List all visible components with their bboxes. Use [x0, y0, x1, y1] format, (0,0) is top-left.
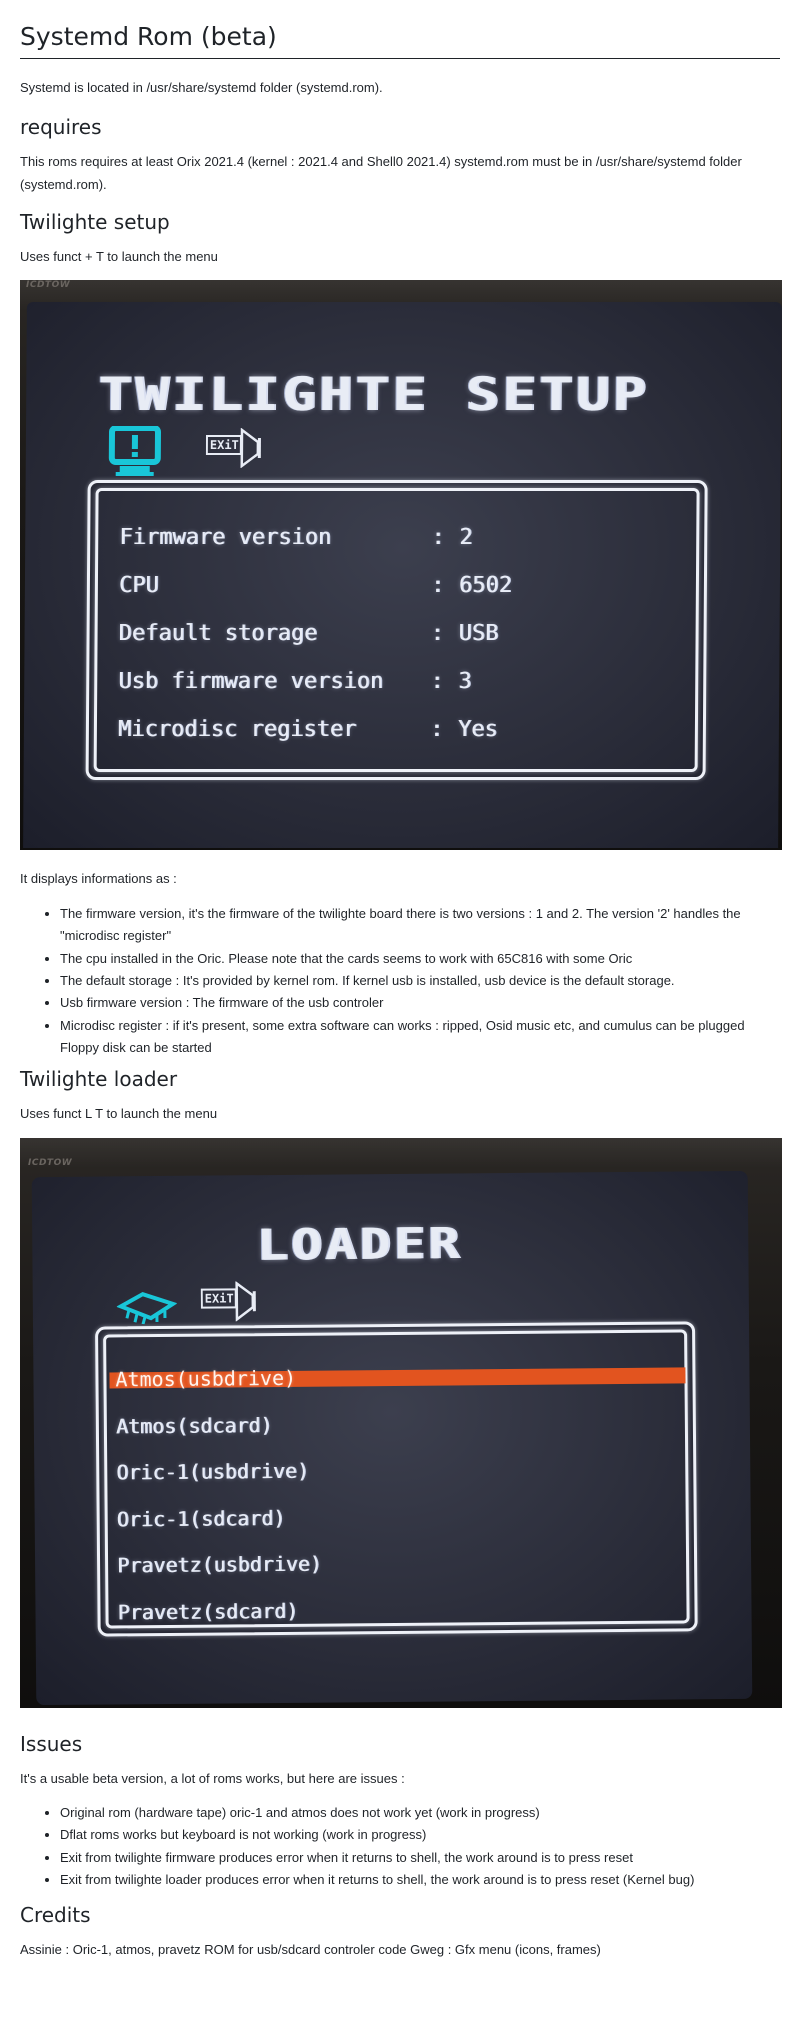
displays-intro: It displays informations as : [20, 868, 780, 890]
loader-usage: Uses funct L T to launch the menu [20, 1103, 780, 1125]
info-row-firmware: Firmware version:2 [119, 530, 512, 546]
twilighte-loader-photo: ICDTOW LOADER EXiT [20, 1138, 782, 1708]
setup-usage: Uses funct + T to launch the menu [20, 246, 780, 268]
issues-list: Original rom (hardware tape) oric-1 and … [20, 1802, 780, 1891]
info-row-usb-firmware: Usb firmware version:3 [118, 674, 511, 690]
exit-label: EXiT [210, 438, 239, 452]
monitor-brand: ICDTOW [28, 1158, 72, 1168]
exit-label: EXiT [205, 1291, 234, 1305]
info-row-microdisc: Microdisc register:Yes [118, 722, 511, 738]
crt-screen: TWILIGHTE SETUP EXiT [23, 302, 782, 848]
monitor-brand: ICDTOW [26, 280, 70, 290]
loader-rom-list: Atmos(usbdrive) Atmos(sdcard) Oric-1(usb… [109, 1336, 688, 1651]
setup-info-list: Firmware version:2 CPU:6502 Default stor… [118, 498, 513, 770]
list-item: Exit from twilighte firmware produces er… [60, 1847, 780, 1869]
bezel-shine [20, 1138, 782, 1168]
list-item: The firmware version, it's the firmware … [60, 903, 780, 948]
requires-heading: requires [20, 115, 780, 139]
loader-row-pravetz-usbdrive[interactable]: Pravetz(usbdrive) [111, 1553, 687, 1574]
loader-row-oric1-usbdrive[interactable]: Oric-1(usbdrive) [110, 1460, 686, 1481]
issues-intro: It's a usable beta version, a lot of rom… [20, 1768, 780, 1790]
info-row-storage: Default storage:USB [119, 626, 512, 642]
list-item: Exit from twilighte loader produces erro… [60, 1869, 780, 1891]
list-item: The cpu installed in the Oric. Please no… [60, 948, 780, 970]
exit-icon: EXiT [201, 1281, 259, 1318]
loader-heading: Twilighte loader [20, 1067, 780, 1091]
crt-screen: LOADER EXiT [32, 1171, 753, 1705]
loader-screen-title: LOADER [256, 1219, 462, 1270]
loader-row-oric1-sdcard[interactable]: Oric-1(sdcard) [111, 1507, 687, 1528]
intro-text: Systemd is located in /usr/share/systemd… [20, 77, 780, 99]
twilighte-setup-photo: ICDTOW TWILIGHTE SETUP EXiT [20, 280, 782, 850]
loader-row-atmos-usbdrive[interactable]: Atmos(usbdrive) [109, 1367, 685, 1388]
setup-heading: Twilighte setup [20, 210, 780, 234]
chip-icon [117, 1288, 177, 1325]
loader-row-pravetz-sdcard[interactable]: Pravetz(sdcard) [111, 1600, 687, 1621]
setup-screen-title: TWILIGHTE SETUP [98, 368, 649, 421]
loader-row-atmos-sdcard[interactable]: Atmos(sdcard) [110, 1414, 686, 1435]
document: Systemd Rom (beta) Systemd is located in… [0, 22, 800, 1962]
issues-heading: Issues [20, 1732, 780, 1756]
exit-icon: EXiT [206, 428, 264, 464]
requires-text: This roms requires at least Orix 2021.4 … [20, 151, 780, 196]
list-item: The default storage : It's provided by k… [60, 970, 780, 992]
list-item: Original rom (hardware tape) oric-1 and … [60, 1802, 780, 1824]
list-item: Dflat roms works but keyboard is not wor… [60, 1824, 780, 1846]
warning-monitor-icon [108, 426, 164, 478]
list-item: Microdisc register : if it's present, so… [60, 1015, 780, 1060]
setup-info-bullets: The firmware version, it's the firmware … [20, 903, 780, 1060]
credits-heading: Credits [20, 1903, 780, 1927]
list-item: Usb firmware version : The firmware of t… [60, 992, 780, 1014]
page-title: Systemd Rom (beta) [20, 22, 780, 59]
credits-text: Assinie : Oric-1, atmos, pravetz ROM for… [20, 1939, 780, 1961]
info-row-cpu: CPU:6502 [119, 578, 512, 594]
